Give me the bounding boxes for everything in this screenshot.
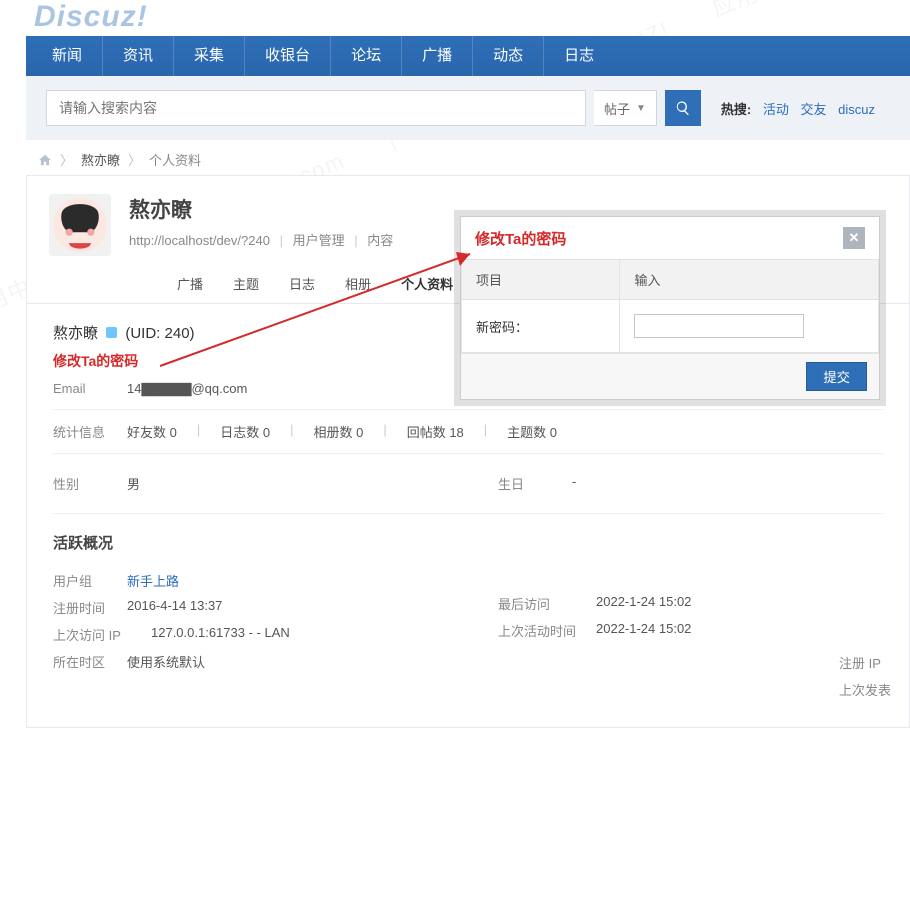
stats-friends: 好友数 0: [127, 422, 177, 441]
nav-item-checkout[interactable]: 收银台: [245, 36, 331, 76]
breadcrumb: 〉 熬亦瞭 〉 个人资料: [38, 150, 910, 169]
nav-item-activity[interactable]: 动态: [473, 36, 544, 76]
activity-title: 活跃概况: [53, 532, 883, 553]
close-button[interactable]: ✕: [843, 227, 865, 249]
uid-value: (UID: 240): [125, 325, 194, 342]
uid-name: 熬亦瞭: [53, 325, 98, 342]
gender-value: 男: [127, 474, 140, 493]
lastact-label: 上次活动时间: [498, 621, 582, 640]
reg-label: 注册时间: [53, 598, 113, 617]
search-button[interactable]: [665, 90, 701, 126]
profile-name: 熬亦瞭: [129, 194, 393, 224]
hot-link[interactable]: 活动: [763, 102, 789, 117]
group-value[interactable]: 新手上路: [127, 571, 179, 590]
chevron-down-icon: ▼: [636, 103, 646, 114]
dialog-col-item: 项目: [462, 260, 620, 300]
lastvisit-value: 2022-1-24 15:02: [596, 594, 691, 613]
stats-replies: 回帖数 18: [407, 422, 464, 441]
close-icon: ✕: [849, 230, 860, 246]
nav-item-news[interactable]: 新闻: [32, 36, 103, 76]
hot-search: 热搜: 活动 交友 discuz: [721, 99, 879, 118]
group-label: 用户组: [53, 571, 113, 590]
stats-logs: 日志数 0: [220, 422, 270, 441]
submit-button[interactable]: 提交: [806, 362, 867, 391]
lastip-label: 上次访问 IP: [53, 625, 137, 644]
breadcrumb-sep: 〉: [128, 150, 141, 169]
hot-link[interactable]: discuz: [838, 102, 875, 117]
hot-link[interactable]: 交友: [801, 102, 827, 117]
nav-item-broadcast[interactable]: 广播: [402, 36, 473, 76]
search-category-select[interactable]: 帖子 ▼: [594, 90, 657, 126]
tz-value: 使用系统默认: [127, 652, 205, 671]
site-logo: Discuz!: [0, 0, 910, 36]
tab-logs[interactable]: 日志: [289, 274, 315, 303]
lastact-value: 2022-1-24 15:02: [596, 621, 691, 640]
dialog-title: 修改Ta的密码: [475, 228, 566, 249]
search-icon: [675, 100, 691, 116]
breadcrumb-sep: 〉: [60, 150, 73, 169]
avatar: [49, 194, 111, 256]
email-label: Email: [53, 381, 113, 397]
profile-link-manage[interactable]: 用户管理: [293, 233, 345, 248]
breadcrumb-user[interactable]: 熬亦瞭: [81, 150, 120, 169]
tab-albums[interactable]: 相册: [345, 274, 371, 303]
hot-label: 热搜:: [721, 102, 751, 117]
email-value: 14▇▇▇▇▇@qq.com: [127, 381, 247, 397]
home-icon[interactable]: [38, 153, 52, 167]
stats-topics: 主题数 0: [507, 422, 557, 441]
nav-item-collect[interactable]: 采集: [174, 36, 245, 76]
dialog-col-input: 输入: [620, 260, 879, 300]
tab-profile[interactable]: 个人资料: [401, 274, 453, 303]
nav-item-log[interactable]: 日志: [544, 36, 614, 76]
nav-item-forum[interactable]: 论坛: [331, 36, 402, 76]
regip-label: 注册 IP: [839, 653, 899, 672]
search-bar: 帖子 ▼ 热搜: 活动 交友 discuz: [26, 76, 910, 140]
profile-url[interactable]: http://localhost/dev/?240: [129, 233, 270, 248]
reg-value: 2016-4-14 13:37: [127, 598, 222, 617]
lastip-value: 127.0.0.1:61733 - - LAN: [151, 625, 290, 644]
search-input[interactable]: [47, 100, 585, 116]
tab-topics[interactable]: 主题: [233, 274, 259, 303]
stats-label: 统计信息: [53, 422, 113, 441]
birthday-value: -: [572, 474, 576, 493]
main-nav: 新闻 资讯 采集 收银台 论坛 广播 动态 日志: [26, 36, 910, 76]
profile-link-content[interactable]: 内容: [367, 233, 393, 248]
birthday-label: 生日: [498, 474, 558, 493]
lastvisit-label: 最后访问: [498, 594, 582, 613]
change-password-dialog: 修改Ta的密码 ✕ 项目 输入 新密码： 提交: [460, 216, 880, 400]
new-password-input[interactable]: [634, 314, 804, 338]
lastpost-label: 上次发表: [839, 680, 899, 699]
tab-broadcast[interactable]: 广播: [177, 274, 203, 303]
tz-label: 所在时区: [53, 652, 113, 671]
nav-item-info[interactable]: 资讯: [103, 36, 174, 76]
status-chip-icon: [106, 327, 117, 338]
search-category-label: 帖子: [604, 99, 630, 118]
stats-albums: 相册数 0: [313, 422, 363, 441]
breadcrumb-page: 个人资料: [149, 150, 201, 169]
gender-label: 性别: [53, 474, 113, 493]
field-label-newpassword: 新密码：: [462, 300, 620, 353]
